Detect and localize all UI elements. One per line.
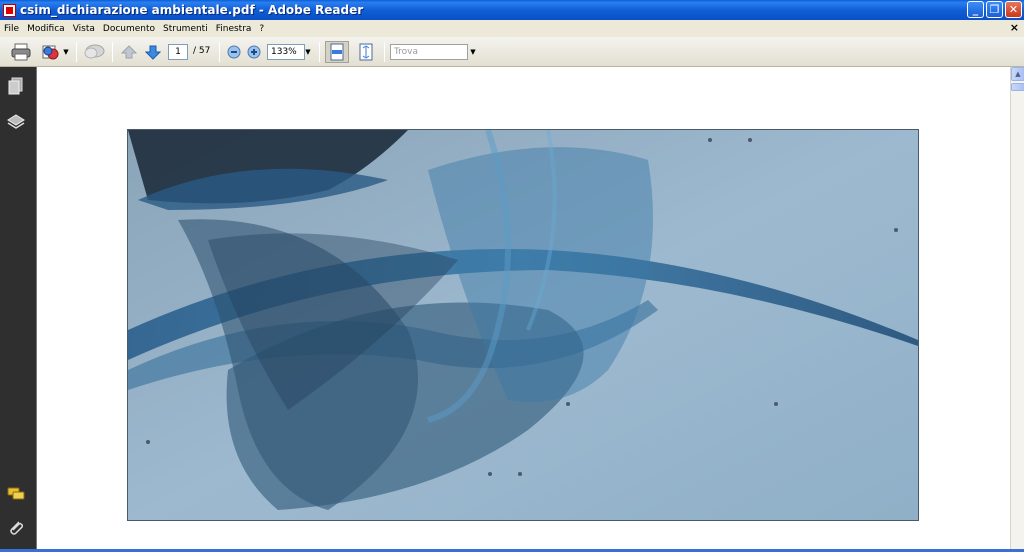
minimize-button[interactable]: _: [967, 1, 984, 18]
menu-bar: File Modifica Vista Documento Strumenti …: [0, 20, 1024, 37]
menu-documento[interactable]: Documento: [99, 24, 159, 34]
toolbar-separator: [384, 42, 385, 62]
adobe-reader-icon: [3, 3, 16, 17]
menu-file[interactable]: File: [0, 24, 23, 34]
vertical-scrollbar[interactable]: ▲: [1010, 67, 1024, 549]
fit-width-icon[interactable]: [325, 41, 349, 63]
toolbar: ▼ 1 / 57 133% ▼ Trova ▼: [0, 37, 1024, 67]
print-icon[interactable]: [10, 41, 32, 63]
menu-modifica[interactable]: Modifica: [23, 24, 69, 34]
maximize-button[interactable]: ❐: [986, 1, 1003, 18]
scroll-up-button[interactable]: ▲: [1011, 67, 1024, 81]
share-icon[interactable]: [40, 41, 62, 63]
menu-help[interactable]: ?: [255, 24, 268, 34]
zoom-input[interactable]: 133%: [267, 44, 305, 60]
toolbar-separator: [112, 42, 113, 62]
fit-page-icon[interactable]: [355, 41, 377, 63]
document-view[interactable]: [36, 67, 1010, 549]
find-dropdown-icon[interactable]: ▼: [468, 44, 478, 60]
comments-icon[interactable]: [7, 485, 25, 503]
scroll-thumb[interactable]: [1011, 83, 1024, 91]
menu-finestra[interactable]: Finestra: [212, 24, 256, 34]
attachments-icon[interactable]: [7, 519, 25, 537]
page-graphic: [127, 129, 919, 521]
zoom-dropdown-icon[interactable]: ▼: [303, 44, 313, 60]
share-dropdown-icon[interactable]: ▼: [62, 41, 70, 63]
navigation-sidebar: [0, 67, 36, 549]
menu-strumenti[interactable]: Strumenti: [159, 24, 212, 34]
comment-icon[interactable]: [82, 41, 106, 63]
title-bar: csim_dichiarazione ambientale.pdf - Adob…: [0, 0, 1024, 20]
close-button[interactable]: ✕: [1005, 1, 1022, 18]
page-number-input[interactable]: 1: [168, 44, 188, 60]
menu-vista[interactable]: Vista: [69, 24, 99, 34]
find-input[interactable]: Trova: [390, 44, 468, 60]
document-close-button[interactable]: ×: [1010, 21, 1019, 34]
toolbar-separator: [76, 42, 77, 62]
next-page-icon[interactable]: [144, 41, 162, 63]
layers-icon[interactable]: [7, 113, 25, 131]
zoom-in-icon[interactable]: [246, 41, 262, 63]
page-total: / 57: [193, 46, 211, 56]
abstract-ribbon-image: [128, 130, 918, 520]
toolbar-separator: [219, 42, 220, 62]
window-title: csim_dichiarazione ambientale.pdf - Adob…: [20, 3, 364, 17]
previous-page-icon[interactable]: [120, 41, 138, 63]
pages-icon[interactable]: [7, 77, 25, 95]
toolbar-separator: [319, 42, 320, 62]
window-controls: _ ❐ ✕: [967, 1, 1022, 18]
zoom-out-icon[interactable]: [226, 41, 242, 63]
